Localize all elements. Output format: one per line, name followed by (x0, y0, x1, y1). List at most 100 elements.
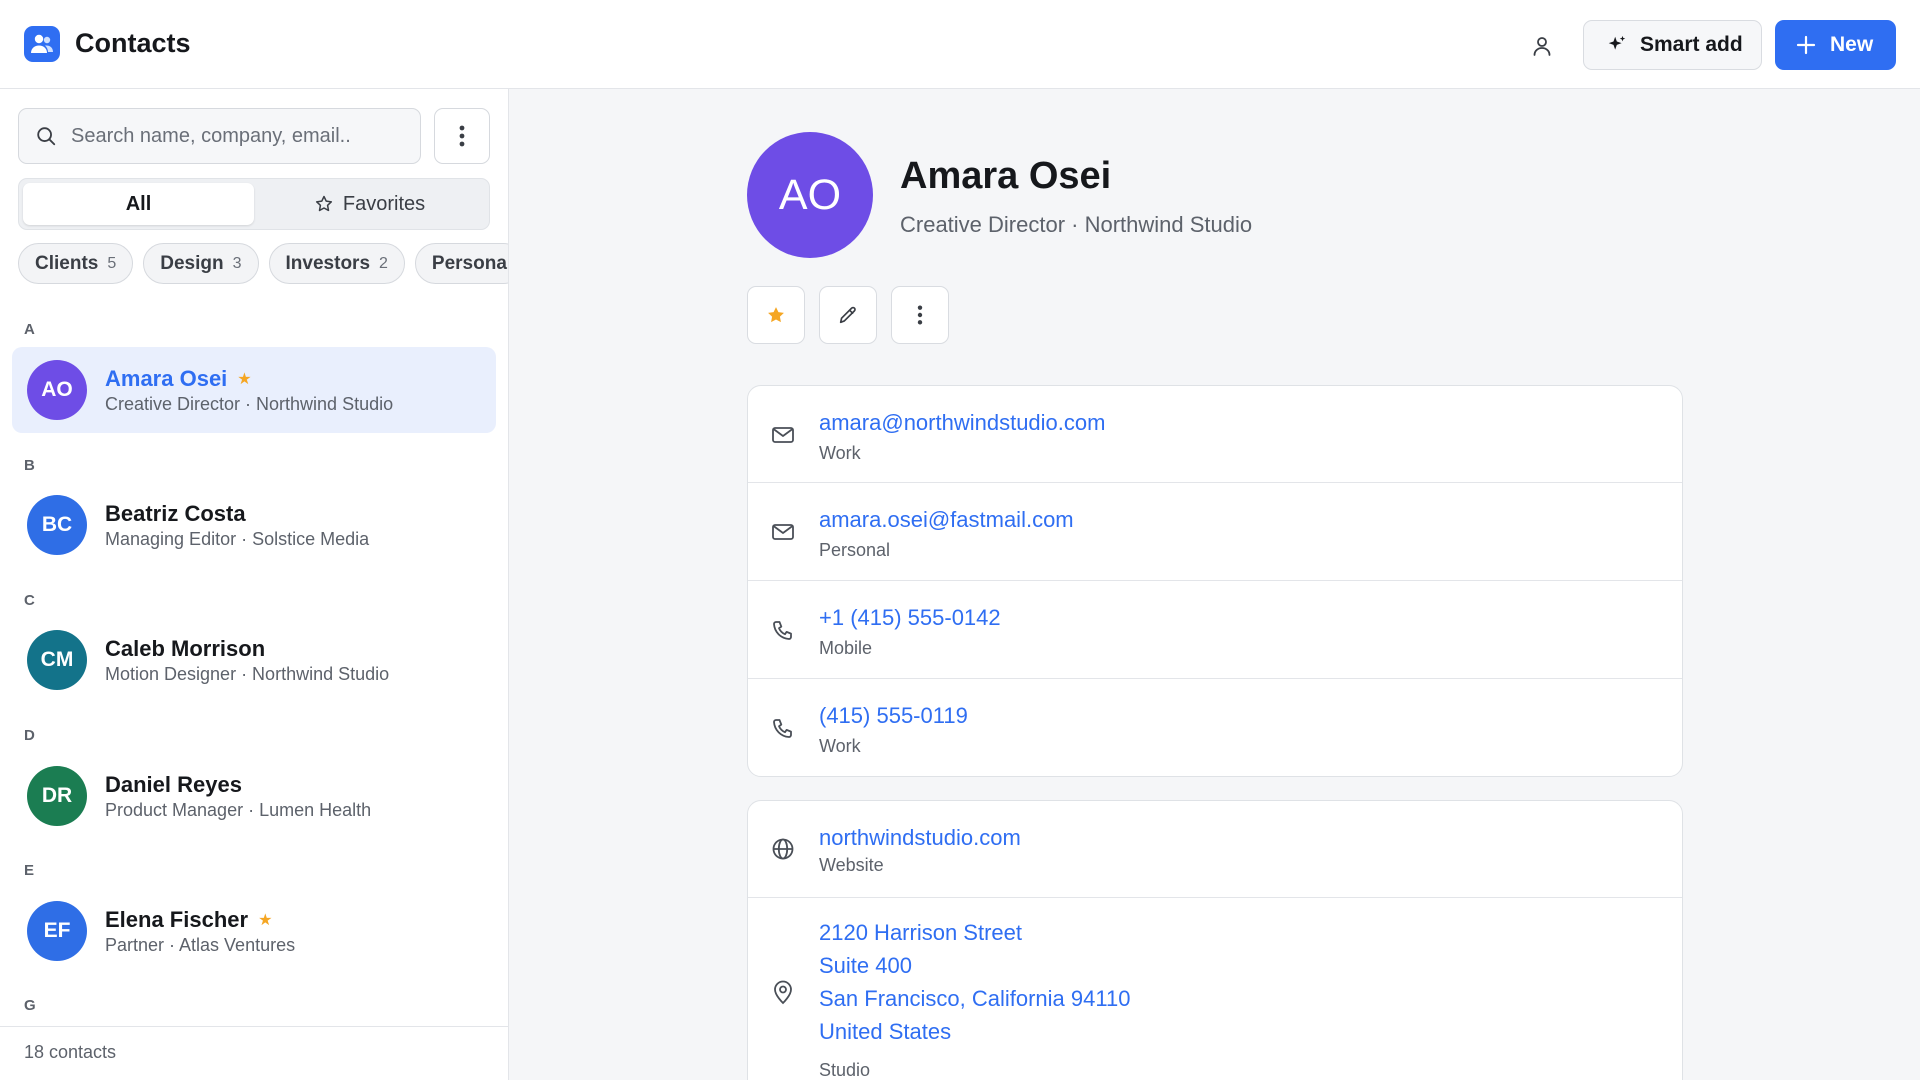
avatar: AO (27, 360, 87, 420)
contact-name-wrap: Caleb Morrison (105, 636, 265, 662)
avatar: DR (27, 766, 87, 826)
address-row: 2120 Harrison Street Suite 400 San Franc… (748, 898, 1682, 1080)
section-header: B (24, 457, 35, 474)
chip-label: Persona (431, 252, 507, 274)
phone-value[interactable]: (415) 555-0119 (819, 699, 968, 732)
tab-favorites-label: Favorites (342, 192, 426, 215)
detail-avatar: AO (747, 132, 873, 258)
contact-subtitle: Product Manager · Lumen Health (105, 800, 372, 820)
contact-subtitle: Motion Designer · Northwind Studio (105, 664, 390, 684)
tab-all[interactable]: All (23, 183, 254, 225)
chip-investors[interactable]: Investors 2 (268, 243, 405, 284)
chip-clients[interactable]: Clients 5 (18, 243, 134, 284)
website-label: Website (819, 855, 884, 875)
contact-name-wrap: Amara Osei ★ (105, 366, 252, 392)
search-input[interactable] (71, 124, 391, 148)
website-row: northwindstudio.com Website (748, 801, 1682, 898)
address-line: San Francisco, California 94110 (819, 986, 1131, 1011)
account-button[interactable] (1522, 26, 1562, 66)
mail-icon (770, 519, 796, 545)
smart-add-button[interactable]: Smart add (1583, 20, 1762, 70)
phone-label: Work (819, 736, 861, 756)
contacts-app-icon (24, 26, 60, 62)
group-chips: Clients 5 Design 3 Investors 2 Persona (18, 243, 508, 284)
search-icon (37, 127, 56, 146)
contact-row-caleb-morrison[interactable]: CM Caleb Morrison Motion Designer · Nort… (12, 617, 496, 703)
chip-count: 3 (232, 254, 242, 272)
contact-subtitle: Managing Editor · Solstice Media (105, 529, 370, 549)
location-pin-icon (770, 979, 796, 1005)
more-vertical-icon (917, 305, 923, 325)
chip-label: Design (160, 252, 224, 274)
phone-value[interactable]: +1 (415) 555-0142 (819, 601, 1001, 634)
phone-icon (770, 716, 796, 742)
plus-icon (1796, 35, 1816, 55)
email-value[interactable]: amara.osei@fastmail.com (819, 503, 1074, 536)
more-actions-button[interactable] (891, 286, 949, 344)
address-line: 2120 Harrison Street (819, 920, 1022, 945)
contact-name: Amara Osei (105, 366, 228, 391)
section-header: E (24, 862, 35, 879)
contact-subtitle: Partner · Atlas Ventures (105, 935, 296, 955)
chip-label: Clients (35, 252, 99, 274)
contact-methods-card: amara@northwindstudio.com Work amara.ose… (747, 385, 1683, 777)
contact-name: Beatriz Costa (105, 501, 246, 526)
more-vertical-icon (459, 125, 465, 147)
section-header: A (24, 321, 35, 338)
chip-count: 5 (107, 254, 117, 272)
section-header: D (24, 727, 35, 744)
filter-tabs: All Favorites (18, 178, 490, 230)
phone-row: +1 (415) 555-0142 Mobile (748, 581, 1682, 679)
tab-all-label: All (125, 192, 152, 215)
star-filled-icon (768, 307, 784, 323)
contact-name: Daniel Reyes (105, 772, 242, 797)
email-row: amara.osei@fastmail.com Personal (748, 483, 1682, 581)
edit-button[interactable] (819, 286, 877, 344)
contact-count: 18 contacts (0, 1026, 508, 1080)
sparkle-icon (1608, 35, 1626, 50)
contact-name: Caleb Morrison (105, 636, 266, 661)
address-value[interactable]: 2120 Harrison Street Suite 400 San Franc… (819, 916, 1130, 1048)
pencil-icon (839, 306, 856, 324)
avatar: EF (27, 901, 87, 961)
phone-row: (415) 555-0119 Work (748, 679, 1682, 776)
detail-name: Amara Osei (900, 155, 1112, 197)
app-title: Contacts (75, 28, 191, 58)
contact-row-beatriz-costa[interactable]: BC Beatriz Costa Managing Editor · Solst… (12, 482, 496, 568)
website-value[interactable]: northwindstudio.com (819, 821, 1021, 854)
contact-row-daniel-reyes[interactable]: DR Daniel Reyes Product Manager · Lumen … (12, 753, 496, 839)
list-options-button[interactable] (434, 108, 490, 164)
web-address-card: northwindstudio.com Website 2120 Harriso… (747, 800, 1683, 1080)
contact-row-elena-fischer[interactable]: EF Elena Fischer ★ Partner · Atlas Ventu… (12, 888, 496, 974)
chip-design[interactable]: Design 3 (143, 243, 259, 284)
contact-name-wrap: Daniel Reyes (105, 772, 242, 798)
detail-subtitle: Creative Director · Northwind Studio (900, 212, 1253, 237)
email-label: Work (819, 443, 861, 463)
contact-row-amara-osei[interactable]: AO Amara Osei ★ Creative Director · Nort… (12, 347, 496, 433)
user-icon (1533, 37, 1551, 56)
tab-favorites[interactable]: Favorites (254, 183, 485, 225)
search-box[interactable] (18, 108, 421, 164)
star-outline-icon (315, 195, 332, 212)
email-value[interactable]: amara@northwindstudio.com (819, 406, 1105, 439)
new-label: New (1830, 33, 1874, 56)
favorite-star-icon: ★ (258, 912, 273, 929)
smart-add-label: Smart add (1640, 33, 1743, 56)
favorite-star-icon: ★ (237, 371, 252, 388)
contacts-sidebar: All Favorites Clients 5 Design 3 Investo… (0, 89, 509, 1080)
section-header: G (24, 997, 36, 1014)
email-label: Personal (819, 540, 891, 560)
chip-personal[interactable]: Persona (414, 243, 508, 284)
email-row: amara@northwindstudio.com Work (748, 386, 1682, 483)
contact-name-wrap: Beatriz Costa (105, 501, 246, 527)
contact-subtitle: Creative Director · Northwind Studio (105, 394, 394, 414)
mail-icon (770, 422, 796, 448)
avatar: BC (27, 495, 87, 555)
favorite-button[interactable] (747, 286, 805, 344)
chip-count: 2 (379, 254, 388, 272)
address-line: Suite 400 (819, 953, 912, 978)
phone-icon (770, 618, 796, 644)
new-contact-button[interactable]: New (1775, 20, 1896, 70)
address-label: Studio (819, 1060, 871, 1080)
top-bar: Contacts Smart add New (0, 0, 1920, 89)
